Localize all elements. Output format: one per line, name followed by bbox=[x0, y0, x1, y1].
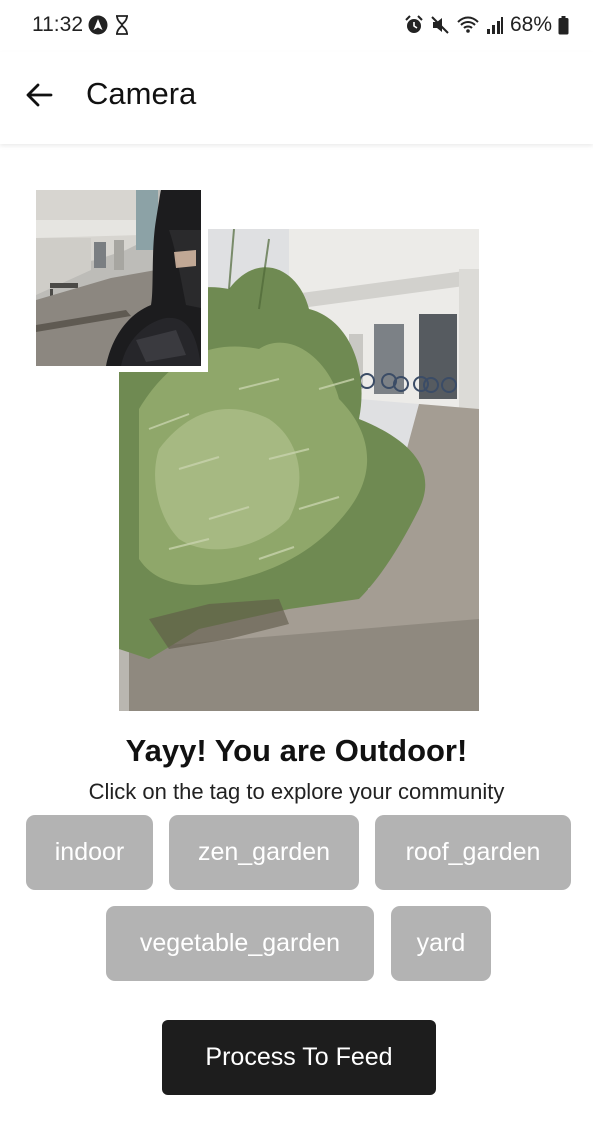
selfie-thumbnail bbox=[31, 185, 208, 372]
result-title: Yayy! You are Outdoor! bbox=[125, 733, 468, 768]
tag-roof-garden[interactable]: roof_garden bbox=[375, 815, 571, 890]
status-time: 11:32 bbox=[32, 13, 83, 36]
result-subtitle: Click on the tag to explore your communi… bbox=[88, 779, 505, 804]
tag-vegetable-garden[interactable]: vegetable_garden bbox=[106, 906, 374, 981]
page-title: Camera bbox=[86, 76, 197, 111]
battery-text: 68% bbox=[509, 13, 552, 36]
mute-icon bbox=[430, 15, 450, 35]
back-button[interactable] bbox=[18, 76, 60, 118]
battery-icon bbox=[558, 15, 569, 35]
signal-icon bbox=[486, 16, 504, 34]
hourglass-icon bbox=[114, 15, 130, 40]
navigation-circle-icon bbox=[88, 15, 108, 40]
status-bar: 11:32 68% bbox=[0, 0, 593, 52]
process-to-feed-button[interactable]: Process To Feed bbox=[162, 1020, 436, 1095]
arrow-left-icon bbox=[24, 80, 54, 115]
tag-indoor[interactable]: indoor bbox=[26, 815, 153, 890]
tag-yard[interactable]: yard bbox=[391, 906, 491, 981]
status-left-icons bbox=[88, 15, 130, 40]
tag-zen-garden[interactable]: zen_garden bbox=[169, 815, 359, 890]
status-right: 68% bbox=[404, 13, 569, 37]
wifi-icon bbox=[456, 15, 480, 35]
alarm-icon bbox=[404, 15, 424, 35]
app-bar: Camera bbox=[0, 52, 593, 144]
